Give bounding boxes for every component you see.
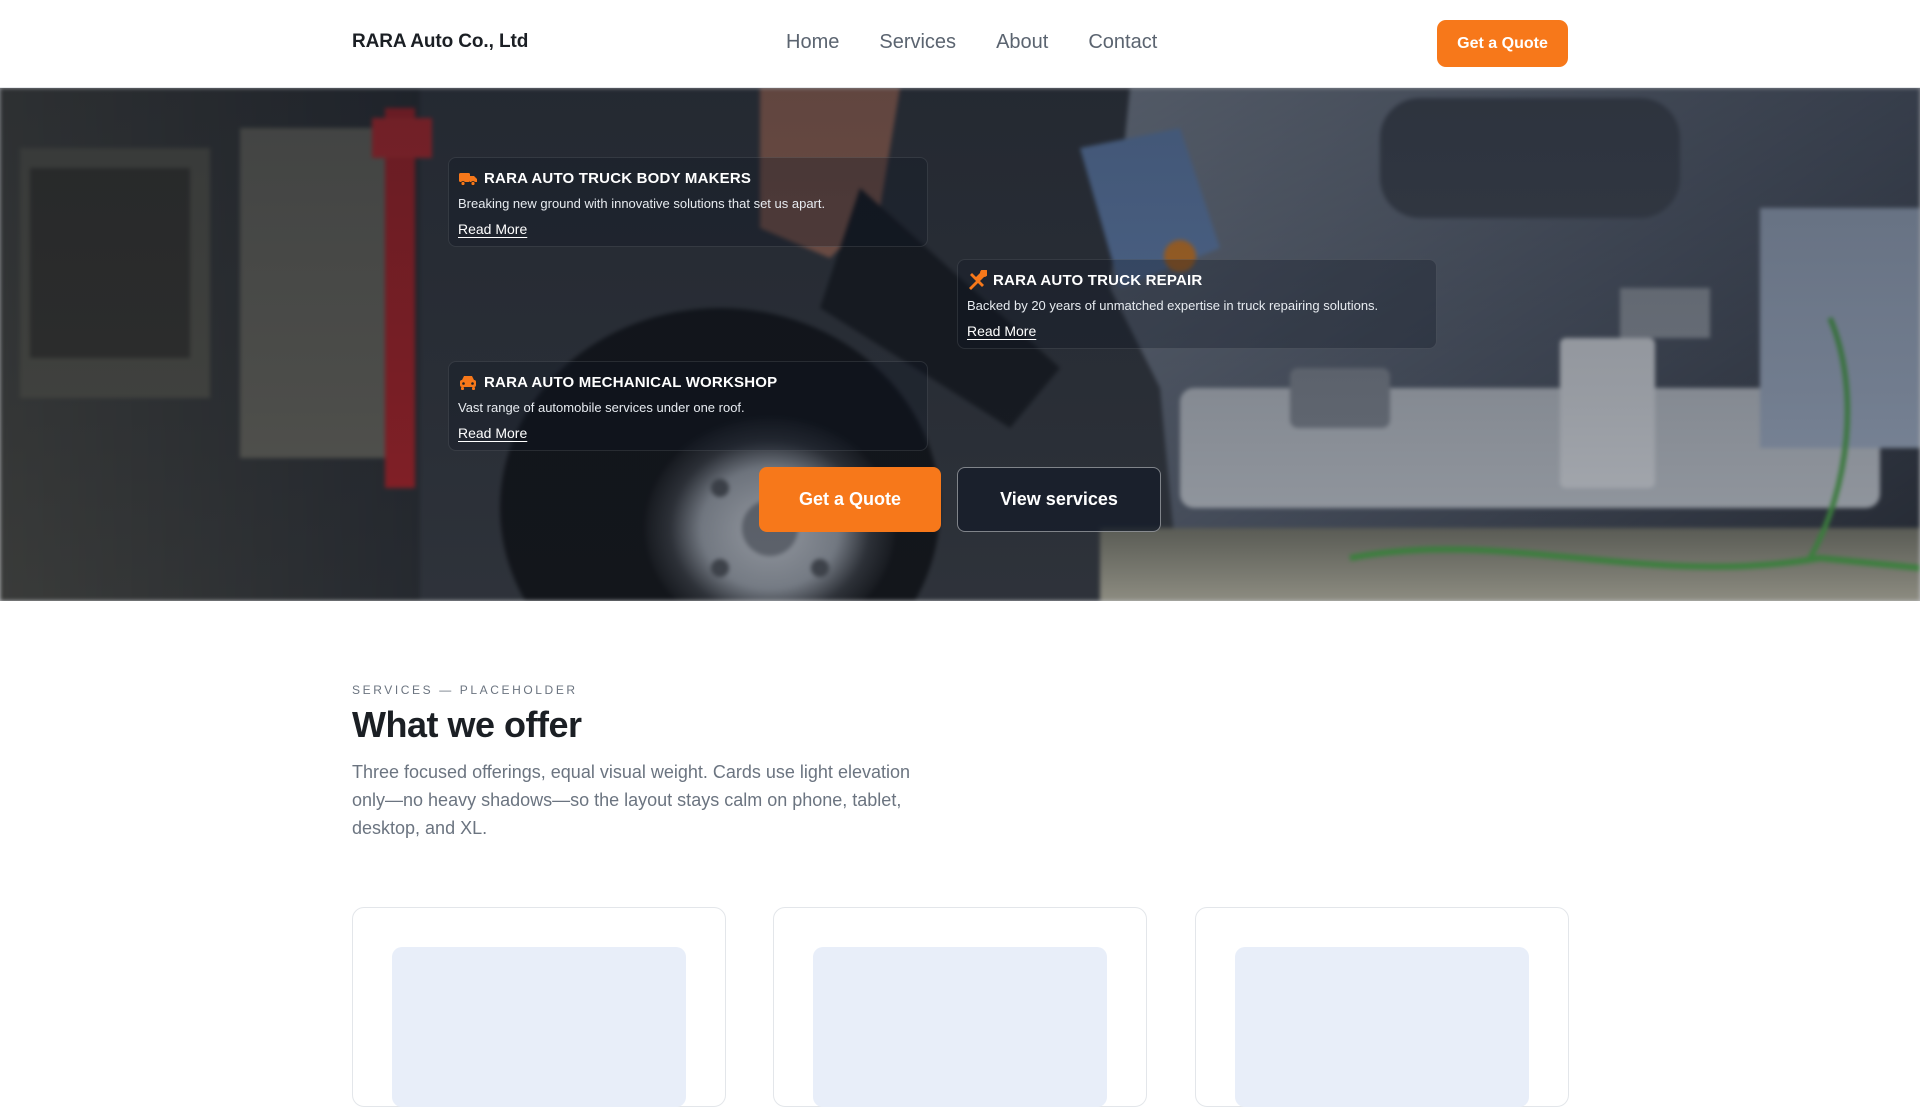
hero-get-quote-button[interactable]: Get a Quote — [759, 467, 941, 532]
hero-service-card-mechanical-workshop: RARA AUTO MECHANICAL WORKSHOP Vast range… — [448, 361, 928, 451]
read-more-link[interactable]: Read More — [967, 323, 1036, 339]
service-card-description: Backed by 20 years of unmatched expertis… — [967, 298, 1379, 313]
offer-card-image-placeholder — [392, 947, 686, 1107]
service-card-title: RARA AUTO TRUCK BODY MAKERS — [484, 169, 752, 187]
hero-service-card-truck-repair: RARA AUTO TRUCK REPAIR Backed by 20 year… — [957, 259, 1437, 349]
offer-card-image-placeholder — [813, 947, 1107, 1107]
section-lead: Three focused offerings, equal visual we… — [352, 762, 910, 838]
offer-card — [1195, 907, 1569, 1107]
main-nav: Home Services About Contact — [786, 31, 1157, 54]
brand-logo-text[interactable]: RARA Auto Co., Ltd — [352, 31, 528, 53]
nav-link-about[interactable]: About — [996, 31, 1048, 54]
hero-section: RARA AUTO TRUCK BODY MAKERS Breaking new… — [0, 88, 1920, 601]
nav-link-contact[interactable]: Contact — [1088, 31, 1157, 54]
offer-card — [352, 907, 726, 1107]
service-card-description: Vast range of automobile services under … — [458, 400, 745, 415]
tools-icon — [969, 270, 987, 290]
car-icon — [460, 376, 476, 390]
site-header: RARA Auto Co., Ltd Home Services About C… — [0, 0, 1920, 88]
read-more-link[interactable]: Read More — [458, 425, 527, 441]
view-services-button[interactable]: View services — [957, 467, 1161, 532]
offer-card — [773, 907, 1147, 1107]
service-card-title: RARA AUTO TRUCK REPAIR — [993, 271, 1203, 289]
read-more-link[interactable]: Read More — [458, 221, 527, 237]
service-card-title: RARA AUTO MECHANICAL WORKSHOP — [484, 373, 778, 391]
header-get-quote-button[interactable]: Get a Quote — [1437, 20, 1568, 67]
section-title: What we offer — [352, 704, 582, 745]
truck-icon — [459, 173, 477, 186]
nav-link-home[interactable]: Home — [786, 31, 839, 54]
section-eyebrow: SERVICES — PLACEHOLDER — [352, 683, 578, 697]
nav-link-services[interactable]: Services — [879, 31, 956, 54]
hero-service-card-body-makers: RARA AUTO TRUCK BODY MAKERS Breaking new… — [448, 157, 928, 247]
offer-card-image-placeholder — [1235, 947, 1529, 1107]
service-card-description: Breaking new ground with innovative solu… — [458, 196, 826, 211]
